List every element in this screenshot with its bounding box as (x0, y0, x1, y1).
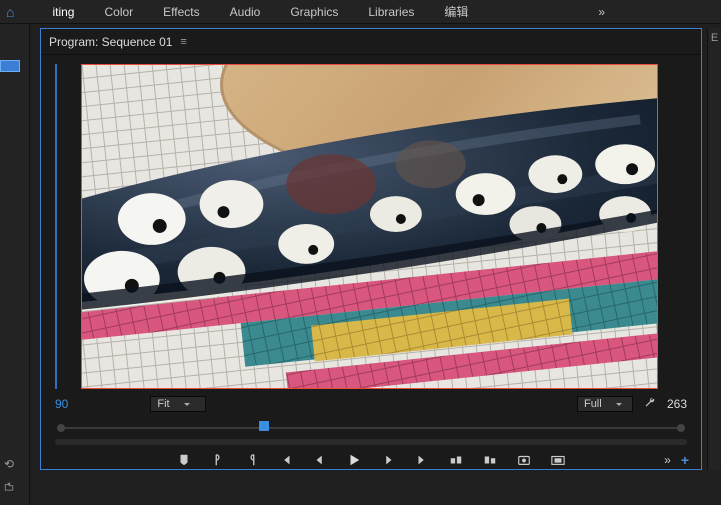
tabs-overflow-icon[interactable]: » (598, 5, 605, 19)
tab-graphics[interactable]: Graphics (290, 5, 338, 19)
comparison-view-button[interactable] (550, 453, 566, 468)
workspace-tabs: ⌂ iting Color Effects Audio Graphics Lib… (0, 0, 721, 24)
current-timecode[interactable]: 90 (55, 397, 68, 411)
scrub-track (65, 427, 677, 429)
add-marker-button[interactable] (176, 453, 192, 468)
program-monitor-panel: Program: Sequence 01 ≡ (40, 28, 702, 470)
preview-image (82, 65, 657, 388)
tab-color[interactable]: Color (104, 5, 133, 19)
panel-menu-icon[interactable]: ≡ (180, 36, 186, 48)
settings-wrench-icon[interactable] (643, 396, 657, 413)
tab-effects[interactable]: Effects (163, 5, 199, 19)
tab-editing[interactable]: iting (52, 5, 74, 19)
right-panel-edge[interactable]: E (707, 28, 721, 470)
resolution-value: Full (584, 398, 602, 410)
tab-libraries[interactable]: Libraries (368, 5, 414, 19)
transport-overflow-icon[interactable]: » (664, 453, 671, 467)
lift-button[interactable] (448, 453, 464, 468)
mark-out-button[interactable] (244, 453, 260, 468)
scrub-start-handle[interactable] (57, 424, 65, 432)
new-bin-icon[interactable] (4, 481, 14, 495)
duration-display[interactable]: 263 (667, 397, 687, 411)
zoom-value: Fit (157, 398, 169, 410)
preview-controls-row: 90 Fit Full 263 (55, 393, 687, 415)
clip-thumbnail[interactable] (0, 60, 20, 72)
scrub-bar[interactable] (55, 419, 687, 437)
step-back-button[interactable] (312, 453, 328, 468)
go-to-out-button[interactable] (414, 453, 430, 468)
step-forward-button[interactable] (380, 453, 396, 468)
preview-left-rail (55, 64, 57, 389)
button-editor-plus-icon[interactable]: + (681, 452, 689, 468)
resolution-select[interactable]: Full (577, 396, 633, 412)
extract-button[interactable] (482, 453, 498, 468)
link-icon[interactable]: ⟲ (4, 457, 14, 471)
playhead-icon[interactable] (259, 421, 269, 431)
right-panel-label: E (711, 32, 718, 44)
tab-edit-cn[interactable]: 编辑 (444, 3, 468, 20)
tab-audio[interactable]: Audio (230, 5, 261, 19)
left-panel-strip: ⟲ (0, 24, 30, 505)
panel-title: Program: Sequence 01 (49, 35, 172, 49)
panel-header: Program: Sequence 01 ≡ (41, 29, 701, 55)
transport-controls: » + (41, 449, 701, 471)
zoom-select[interactable]: Fit (150, 396, 206, 412)
play-button[interactable] (346, 453, 362, 468)
go-to-in-button[interactable] (278, 453, 294, 468)
export-frame-button[interactable] (516, 453, 532, 468)
video-preview[interactable] (81, 64, 658, 389)
home-icon[interactable]: ⌂ (6, 4, 14, 20)
mark-in-button[interactable] (210, 453, 226, 468)
zoom-scrollbar[interactable] (55, 439, 687, 445)
scrub-end-handle[interactable] (677, 424, 685, 432)
